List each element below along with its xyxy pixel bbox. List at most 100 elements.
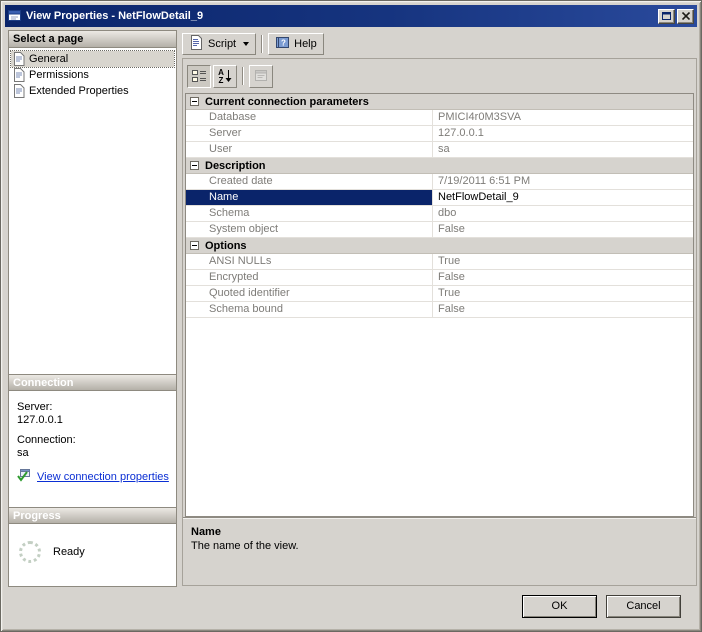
- property-label: User: [209, 143, 233, 155]
- help-panel-title: Name: [191, 526, 221, 538]
- svg-text:?: ?: [281, 39, 286, 48]
- property-grid-toolbar: A Z: [183, 59, 696, 93]
- help-button[interactable]: ? Help: [268, 33, 324, 55]
- progress-header-label: Progress: [13, 510, 61, 522]
- category-label: Options: [205, 239, 247, 252]
- svg-text:Z: Z: [219, 76, 224, 84]
- property-value[interactable]: False: [432, 270, 693, 285]
- progress-spinner-icon: [19, 541, 41, 563]
- ok-button[interactable]: OK: [522, 595, 597, 618]
- property-value[interactable]: sa: [432, 142, 693, 157]
- collapse-icon[interactable]: [190, 97, 199, 106]
- script-button-label: Script: [208, 38, 237, 50]
- maximize-icon: [662, 12, 671, 20]
- script-button[interactable]: Script: [182, 33, 257, 55]
- category-label: Description: [205, 159, 266, 172]
- property-label: Schema: [209, 207, 250, 219]
- server-value: 127.0.0.1: [17, 414, 63, 426]
- property-value[interactable]: 127.0.0.1: [432, 126, 693, 141]
- connection-header: Connection: [9, 374, 176, 391]
- property-label: Schema bound: [209, 303, 283, 315]
- window-title: View Properties - NetFlowDetail_9: [26, 10, 204, 22]
- page-icon: [13, 52, 25, 66]
- property-row-database[interactable]: Database PMICI4r0M3SVA: [186, 110, 693, 126]
- property-row-server[interactable]: Server 127.0.0.1: [186, 126, 693, 142]
- property-value[interactable]: False: [432, 302, 693, 317]
- property-label: Quoted identifier: [209, 287, 290, 299]
- property-row-schema-bound[interactable]: Schema bound False: [186, 302, 693, 318]
- property-row-quoted-identifier[interactable]: Quoted identifier True: [186, 286, 693, 302]
- property-value[interactable]: NetFlowDetail_9: [432, 190, 693, 205]
- property-row-user[interactable]: User sa: [186, 142, 693, 158]
- property-row-encrypted[interactable]: Encrypted False: [186, 270, 693, 286]
- help-icon: ?: [275, 35, 290, 53]
- connection-properties-icon: [17, 468, 31, 485]
- cancel-button[interactable]: Cancel: [606, 595, 681, 618]
- toolbar-separator: [242, 67, 244, 85]
- page-icon: [13, 68, 25, 82]
- server-label: Server:: [17, 401, 53, 413]
- property-label: Created date: [209, 175, 273, 187]
- close-icon: [681, 12, 690, 20]
- property-label: Server: [209, 127, 242, 139]
- property-value[interactable]: 7/19/2011 6:51 PM: [432, 174, 693, 189]
- window-controls: [658, 8, 694, 24]
- property-row-ansi-nulls[interactable]: ANSI NULLs True: [186, 254, 693, 270]
- property-pages-icon: [255, 70, 267, 81]
- sidebar-item-permissions[interactable]: Permissions: [11, 67, 174, 83]
- property-value[interactable]: True: [432, 254, 693, 269]
- connection-properties-row: View connection properties: [17, 468, 176, 485]
- sort-az-icon: A Z: [218, 68, 232, 84]
- properties-panel: A Z Current connection parameters Databa…: [182, 58, 697, 586]
- property-label: ANSI NULLs: [209, 255, 272, 267]
- view-connection-properties-link[interactable]: View connection properties: [37, 471, 169, 483]
- property-label: Database: [209, 111, 257, 123]
- property-value[interactable]: PMICI4r0M3SVA: [432, 110, 693, 125]
- script-icon: [189, 35, 204, 53]
- connection-header-label: Connection: [13, 377, 74, 389]
- property-row-system-object[interactable]: System object False: [186, 222, 693, 238]
- property-grid: Current connection parameters Database P…: [185, 93, 694, 517]
- select-a-page-label: Select a page: [13, 33, 84, 45]
- page-list: General Permissions Extended Properties: [9, 48, 176, 374]
- property-pages-button: [249, 64, 273, 88]
- category-row-description[interactable]: Description: [186, 158, 693, 174]
- property-row-name[interactable]: Name NetFlowDetail_9: [186, 190, 693, 206]
- alphabetical-sort-button[interactable]: A Z: [213, 64, 237, 88]
- sidebar-item-general[interactable]: General: [10, 50, 175, 68]
- categorized-button[interactable]: [187, 64, 211, 88]
- progress-status: Ready: [53, 546, 85, 558]
- property-value[interactable]: True: [432, 286, 693, 301]
- close-button[interactable]: [677, 8, 694, 24]
- property-value[interactable]: False: [432, 222, 693, 237]
- property-value[interactable]: dbo: [432, 206, 693, 221]
- maximize-button[interactable]: [658, 8, 675, 24]
- property-label: Name: [186, 190, 432, 205]
- chevron-down-icon: [243, 42, 250, 46]
- category-row-current-connection-parameters[interactable]: Current connection parameters: [186, 94, 693, 110]
- titlebar[interactable]: View Properties - NetFlowDetail_9: [5, 5, 697, 27]
- property-row-schema[interactable]: Schema dbo: [186, 206, 693, 222]
- category-label: Current connection parameters: [205, 95, 369, 108]
- collapse-icon[interactable]: [190, 241, 199, 250]
- sidebar-item-extended-properties[interactable]: Extended Properties: [11, 83, 174, 99]
- sidebar: Select a page General Permissions Extend…: [8, 30, 177, 587]
- progress-header: Progress: [9, 507, 176, 524]
- sidebar-item-label: Extended Properties: [29, 85, 129, 97]
- connection-value: sa: [17, 447, 29, 459]
- collapse-icon[interactable]: [190, 161, 199, 170]
- sidebar-item-label: Permissions: [29, 69, 89, 81]
- property-help-panel: Name The name of the view.: [183, 521, 696, 585]
- sidebar-item-label: General: [29, 53, 69, 65]
- select-a-page-header: Select a page: [9, 31, 176, 48]
- property-row-created-date[interactable]: Created date 7/19/2011 6:51 PM: [186, 174, 693, 190]
- help-panel-description: The name of the view.: [191, 540, 299, 552]
- property-label: Encrypted: [209, 271, 259, 283]
- property-label: System object: [209, 223, 279, 235]
- toolbar-separator: [261, 35, 264, 53]
- categorized-icon: [192, 70, 206, 82]
- dialog-icon: [8, 9, 22, 23]
- progress-panel: Ready: [9, 524, 176, 586]
- category-row-options[interactable]: Options: [186, 238, 693, 254]
- page-icon: [13, 84, 25, 98]
